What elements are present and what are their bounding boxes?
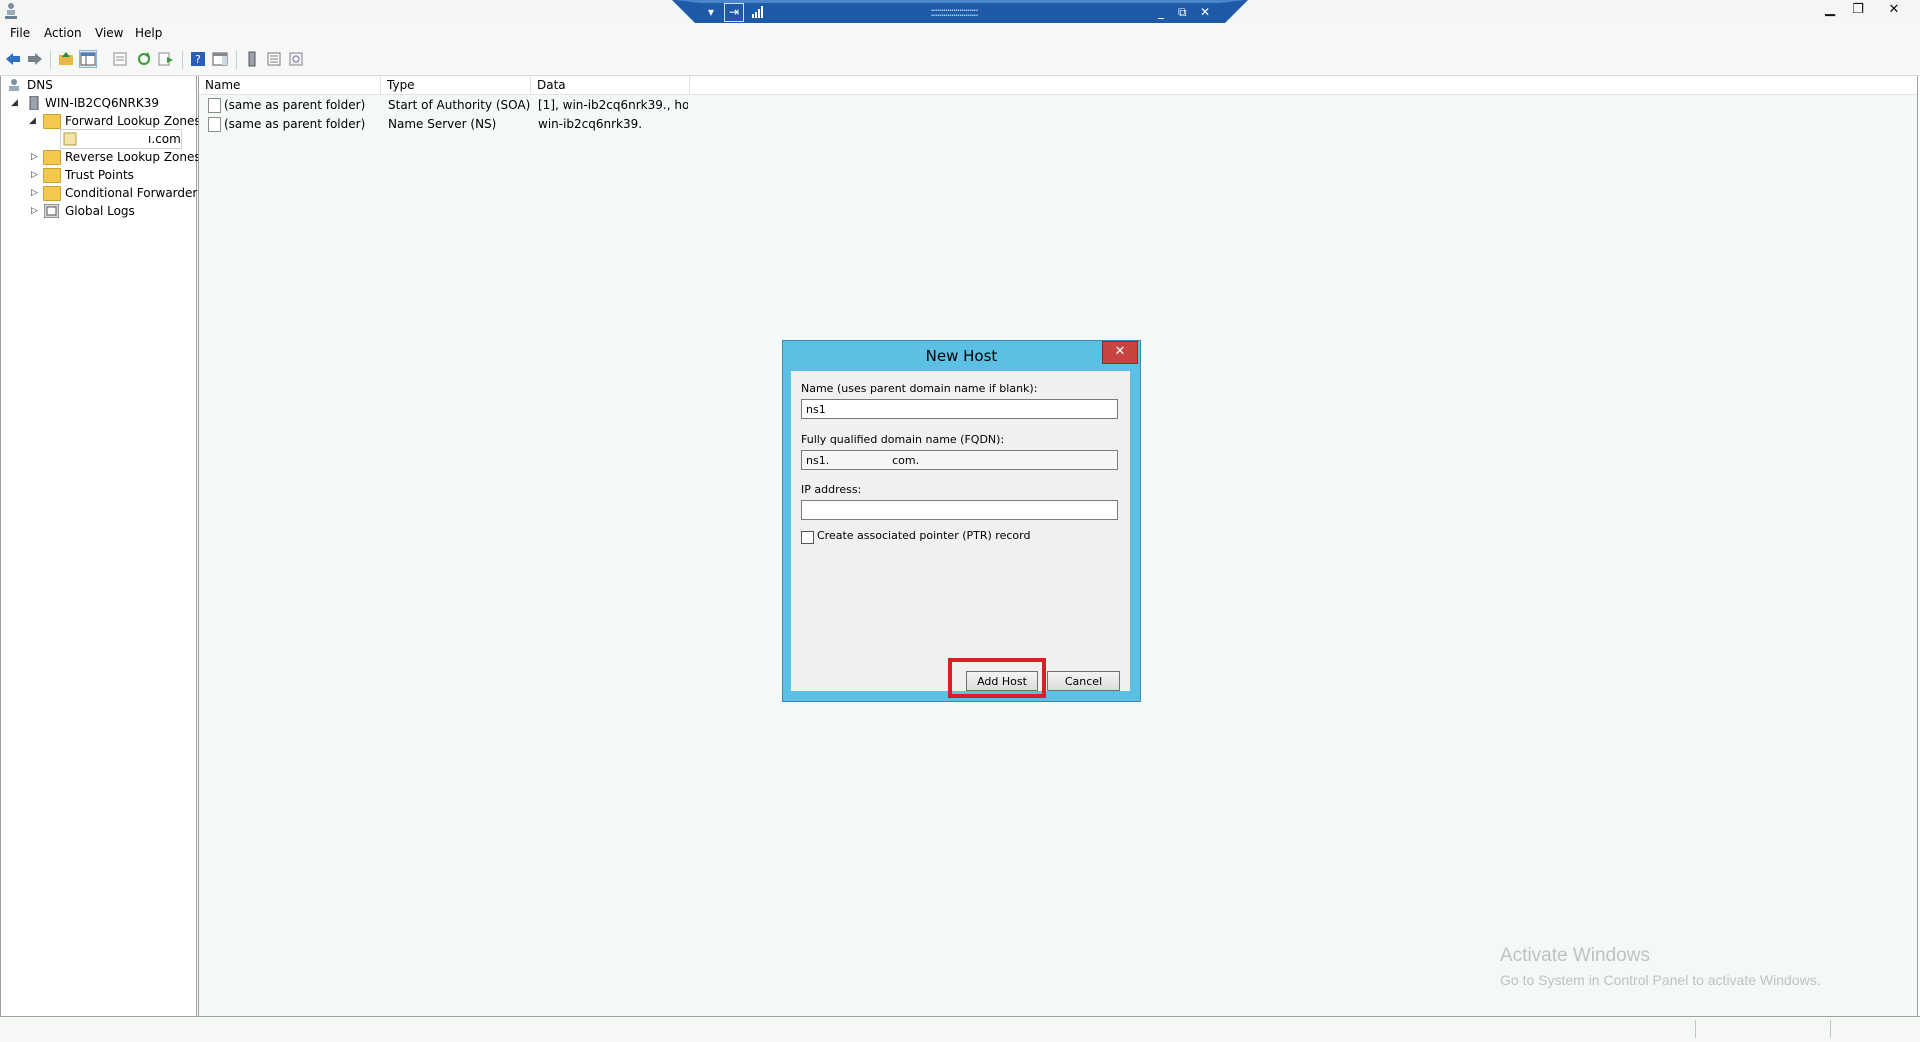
toolbar-separator — [50, 51, 51, 69]
dns-icon — [5, 3, 17, 19]
close-icon[interactable]: ✕ — [1102, 341, 1138, 364]
toolbar-separator — [236, 51, 237, 69]
fqdn-label: Fully qualified domain name (FQDN): — [801, 433, 1005, 446]
collapsed-arrow-icon[interactable]: ▷ — [31, 166, 38, 184]
collapsed-arrow-icon[interactable]: ▷ — [31, 184, 38, 202]
rdp-menu-dropdown-icon[interactable]: ▾ — [708, 4, 714, 20]
tree-label: ı.com — [148, 132, 181, 146]
toolbar-separator — [182, 51, 183, 69]
help-icon[interactable]: ? — [190, 51, 206, 67]
column-header-type[interactable]: Type — [381, 76, 531, 94]
tree-item-zone-selected[interactable]: ı.com — [60, 129, 182, 149]
menu-help[interactable]: Help — [135, 26, 162, 40]
rdp-session-name: ::::::::::::::::::::::: — [930, 5, 979, 19]
rdp-close-icon[interactable]: ✕ — [1200, 4, 1210, 20]
expanded-arrow-icon[interactable]: ◢ — [29, 112, 36, 130]
cell-type: Start of Authority (SOA) — [388, 98, 531, 112]
close-icon[interactable]: ✕ — [1879, 0, 1909, 20]
folder-icon — [43, 168, 61, 183]
name-label: Name (uses parent domain name if blank): — [801, 382, 1038, 395]
status-divider — [1695, 1020, 1696, 1038]
column-header-data[interactable]: Data — [531, 76, 690, 94]
forward-icon[interactable] — [27, 51, 43, 67]
table-row[interactable]: (same as parent folder) Name Server (NS)… — [199, 115, 699, 133]
column-header-name[interactable]: Name — [199, 76, 381, 94]
server-icon — [29, 96, 39, 110]
ip-address-input[interactable] — [801, 500, 1118, 520]
ip-address-label: IP address: — [801, 483, 862, 496]
zone-icon — [63, 132, 77, 146]
table-row[interactable]: (same as parent folder) Start of Authori… — [199, 96, 699, 114]
expanded-arrow-icon[interactable]: ◢ — [11, 94, 18, 112]
server-icon[interactable] — [244, 51, 260, 67]
dns-icon — [9, 79, 19, 91]
ptr-record-checkbox[interactable] — [801, 531, 814, 544]
folder-icon — [43, 114, 61, 129]
status-bar — [0, 1016, 1920, 1042]
tree-label: Trust Points — [65, 168, 134, 182]
up-folder-icon[interactable] — [58, 51, 74, 67]
cell-data: win-ib2cq6nrk39. — [538, 117, 643, 131]
refresh-icon[interactable] — [136, 51, 152, 67]
cancel-button[interactable]: Cancel — [1047, 671, 1120, 691]
console-tree: DNS ◢ WIN-IB2CQ6NRK39 ◢ Forward Lookup Z… — [0, 76, 204, 1016]
host-name-input[interactable]: ns1 — [801, 399, 1118, 419]
list-header: Name Type Data — [199, 76, 1917, 95]
cell-data: [1], win-ib2cq6nrk39., hos... — [538, 98, 688, 112]
activation-watermark-title: Activate Windows — [1500, 945, 1650, 966]
rdp-restore-icon[interactable]: ⧉ — [1178, 4, 1187, 20]
tree-label: DNS — [27, 78, 53, 92]
menu-view[interactable]: View — [95, 26, 123, 40]
tree-label: WIN-IB2CQ6NRK39 — [45, 96, 160, 110]
highlight-box — [948, 658, 1046, 698]
dialog-title: New Host — [925, 347, 998, 365]
record-icon — [208, 98, 221, 113]
folder-icon — [43, 186, 61, 201]
tree-label: Global Logs — [65, 204, 135, 218]
cell-name: (same as parent folder) — [224, 117, 366, 131]
record-icon — [208, 117, 221, 132]
connection-quality-icon[interactable] — [752, 6, 764, 18]
status-divider — [1830, 1020, 1831, 1038]
action-pane-icon[interactable] — [212, 51, 228, 67]
back-icon[interactable] — [5, 51, 21, 67]
export-icon[interactable] — [158, 51, 174, 67]
dialog-body: Name (uses parent domain name if blank):… — [791, 371, 1130, 698]
svg-text:?: ? — [195, 53, 201, 66]
settings-icon[interactable] — [288, 51, 304, 67]
cell-name: (same as parent folder) — [224, 98, 366, 112]
activation-watermark-subtitle: Go to System in Control Panel to activat… — [1500, 972, 1821, 988]
toolbar: ? — [0, 45, 1920, 76]
menu-file[interactable]: File — [10, 26, 30, 40]
tree-label: Reverse Lookup Zones — [65, 150, 201, 164]
new-host-dialog: New Host ✕ Name (uses parent domain name… — [782, 340, 1141, 702]
properties-icon[interactable] — [112, 51, 128, 67]
show-tree-icon[interactable] — [79, 50, 97, 68]
fqdn-field: ns1. com. — [801, 450, 1118, 470]
tree-label: Forward Lookup Zones — [65, 114, 201, 128]
cell-type: Name Server (NS) — [388, 117, 497, 131]
folder-icon — [43, 150, 61, 165]
menu-action[interactable]: Action — [44, 26, 82, 40]
rdp-minimize-icon[interactable]: _ — [1158, 4, 1164, 20]
collapsed-arrow-icon[interactable]: ▷ — [31, 202, 38, 220]
list-icon[interactable] — [266, 51, 282, 67]
ptr-record-label[interactable]: Create associated pointer (PTR) record — [817, 529, 1030, 542]
tree-label: Conditional Forwarders — [65, 186, 204, 200]
menu-bar: File Action View Help — [0, 23, 1920, 45]
collapsed-arrow-icon[interactable]: ▷ — [31, 148, 38, 166]
logs-icon — [44, 204, 59, 218]
rdp-pin-icon[interactable]: ⇥ — [724, 3, 744, 22]
minimize-icon[interactable]: ▁ — [1815, 0, 1845, 20]
restore-icon[interactable]: ❐ — [1843, 0, 1873, 20]
